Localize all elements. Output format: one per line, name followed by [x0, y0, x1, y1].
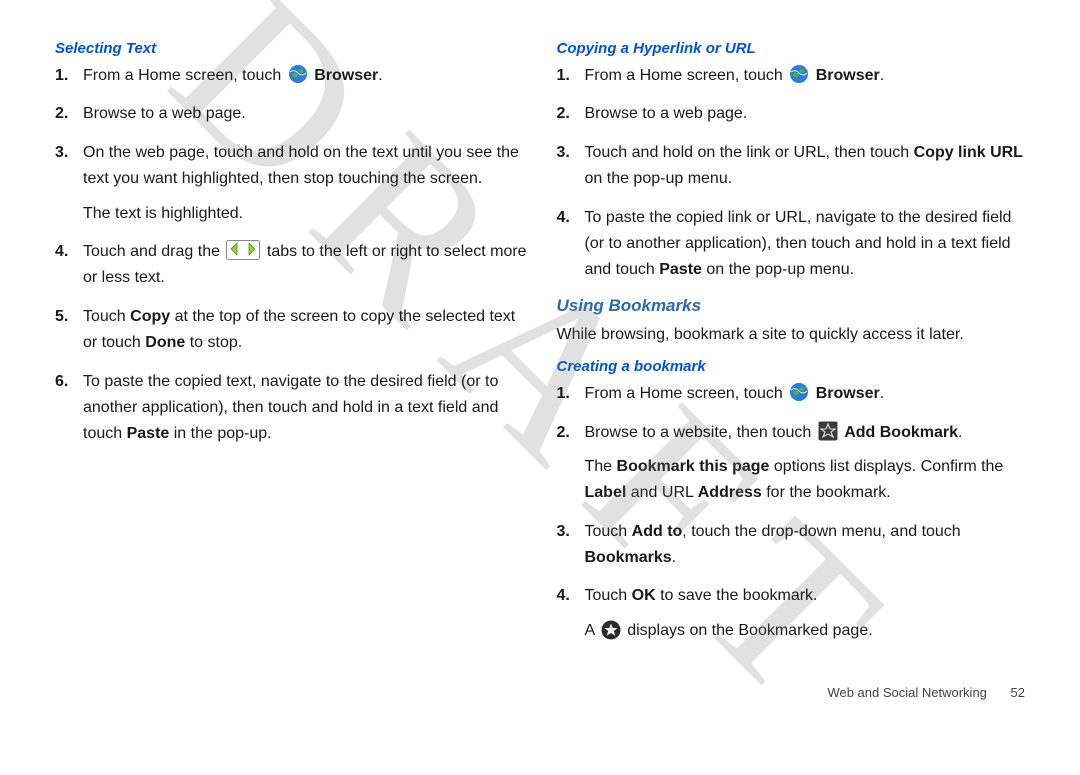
copying-hyperlink-steps: 1. From a Home screen, touch Browser. 2.… [557, 63, 1031, 284]
left-column: Selecting Text 1. From a Home screen, to… [55, 40, 529, 660]
step-text: On the web page, touch and hold on the t… [83, 144, 519, 187]
step-number: 1. [55, 63, 68, 89]
step-text-b: Browser [816, 385, 880, 402]
step-3: 3. Touch Add to, touch the drop-down men… [557, 519, 1031, 572]
step-text-b: Copy [130, 308, 170, 325]
step-3-result: The text is highlighted. [83, 201, 529, 227]
t-g: for the bookmark. [762, 484, 891, 501]
step-text-e: to stop. [185, 334, 242, 351]
step-number: 2. [557, 420, 570, 446]
page-content: Selecting Text 1. From a Home screen, to… [0, 0, 1080, 690]
step-2: 2. Browse to a web page. [557, 101, 1031, 127]
step-4: 4. To paste the copied link or URL, navi… [557, 205, 1031, 284]
step-text-c: . [378, 67, 382, 84]
step-number: 4. [557, 205, 570, 231]
step-4-result: A displays on the Bookmarked page. [585, 618, 1031, 644]
step-text-b: Browser [314, 67, 378, 84]
step-text-e: . [672, 549, 676, 566]
step-text-a: Touch [585, 523, 632, 540]
step-text-b: Add Bookmark [844, 424, 958, 441]
step-2-result: The Bookmark this page options list disp… [585, 454, 1031, 507]
selecting-text-steps-cont: 4. Touch and drag the tabs to the left o… [55, 239, 529, 448]
t-e: and URL [626, 484, 697, 501]
heading-selecting-text: Selecting Text [55, 40, 529, 57]
selecting-text-steps: 1. From a Home screen, touch Browser. 2.… [55, 63, 529, 193]
t-b: Bookmark this page [617, 458, 770, 475]
step-text-b: Paste [127, 425, 170, 442]
step-number: 1. [557, 63, 570, 89]
bookmarks-intro: While browsing, bookmark a site to quick… [557, 322, 1031, 348]
step-text-b: Add to [632, 523, 683, 540]
step-text: Browse to a web page. [585, 105, 748, 122]
footer-section: Web and Social Networking [827, 685, 986, 700]
step-text-d: Bookmarks [585, 549, 672, 566]
bookmarked-star-icon [601, 620, 621, 640]
step-1: 1. From a Home screen, touch Browser. [55, 63, 529, 89]
step-text-b: Browser [816, 67, 880, 84]
step-number: 1. [557, 381, 570, 407]
step-number: 2. [557, 101, 570, 127]
footer-page-number: 52 [1011, 685, 1025, 700]
step-4: 4. Touch and drag the tabs to the left o… [55, 239, 529, 292]
step-text-a: Touch and drag the [83, 243, 224, 260]
heading-copying-hyperlink: Copying a Hyperlink or URL [557, 40, 1031, 57]
step-text-b: Paste [659, 261, 702, 278]
t-f: Address [698, 484, 762, 501]
step-6: 6. To paste the copied text, navigate to… [55, 369, 529, 448]
t-b: displays on the Bookmarked page. [627, 622, 872, 639]
step-text-c: . [880, 385, 884, 402]
browser-globe-icon [789, 382, 809, 402]
step-1: 1. From a Home screen, touch Browser. [557, 381, 1031, 407]
step-number: 2. [55, 101, 68, 127]
step-text-a: Browse to a website, then touch [585, 424, 816, 441]
step-text-d: Done [145, 334, 185, 351]
t-c: options list displays. Confirm the [769, 458, 1003, 475]
heading-creating-bookmark: Creating a bookmark [557, 358, 1031, 375]
step-2: 2. Browse to a web page. [55, 101, 529, 127]
browser-globe-icon [789, 64, 809, 84]
step-text-c: . [958, 424, 962, 441]
step-text-a: Touch [585, 587, 632, 604]
step-number: 6. [55, 369, 68, 395]
step-number: 3. [557, 140, 570, 166]
creating-bookmark-steps-cont: 3. Touch Add to, touch the drop-down men… [557, 519, 1031, 610]
step-number: 3. [557, 519, 570, 545]
step-text-c: , touch the drop-down menu, and touch [682, 523, 960, 540]
step-text: Browse to a web page. [83, 105, 246, 122]
step-1: 1. From a Home screen, touch Browser. [557, 63, 1031, 89]
t-a: The [585, 458, 617, 475]
heading-using-bookmarks: Using Bookmarks [557, 296, 1031, 316]
step-5: 5. Touch Copy at the top of the screen t… [55, 304, 529, 357]
creating-bookmark-steps: 1. From a Home screen, touch Browser. 2.… [557, 381, 1031, 446]
t-d: Label [585, 484, 627, 501]
selection-handles-icon [226, 240, 260, 260]
step-number: 4. [55, 239, 68, 265]
step-text-a: Touch [83, 308, 130, 325]
step-number: 4. [557, 583, 570, 609]
step-3: 3. Touch and hold on the link or URL, th… [557, 140, 1031, 193]
step-text-c: on the pop-up menu. [702, 261, 854, 278]
step-text-c: in the pop-up. [169, 425, 271, 442]
right-column: Copying a Hyperlink or URL 1. From a Hom… [557, 40, 1031, 660]
step-text-b: Copy link URL [914, 144, 1023, 161]
step-text-a: Touch and hold on the link or URL, then … [585, 144, 914, 161]
add-bookmark-star-icon [818, 421, 838, 441]
step-text-c: to save the bookmark. [656, 587, 818, 604]
step-number: 5. [55, 304, 68, 330]
page-footer: Web and Social Networking 52 [827, 685, 1025, 700]
step-text-b: OK [632, 587, 656, 604]
step-2: 2. Browse to a website, then touch Add B… [557, 420, 1031, 446]
t-a: A [585, 622, 599, 639]
browser-globe-icon [288, 64, 308, 84]
step-3: 3. On the web page, touch and hold on th… [55, 140, 529, 193]
step-text-c: on the pop-up menu. [585, 170, 733, 187]
step-4: 4. Touch OK to save the bookmark. [557, 583, 1031, 609]
step-text-a: From a Home screen, touch [585, 385, 788, 402]
step-text-c: . [880, 67, 884, 84]
step-number: 3. [55, 140, 68, 166]
step-text-a: From a Home screen, touch [585, 67, 788, 84]
step-text-a: From a Home screen, touch [83, 67, 286, 84]
